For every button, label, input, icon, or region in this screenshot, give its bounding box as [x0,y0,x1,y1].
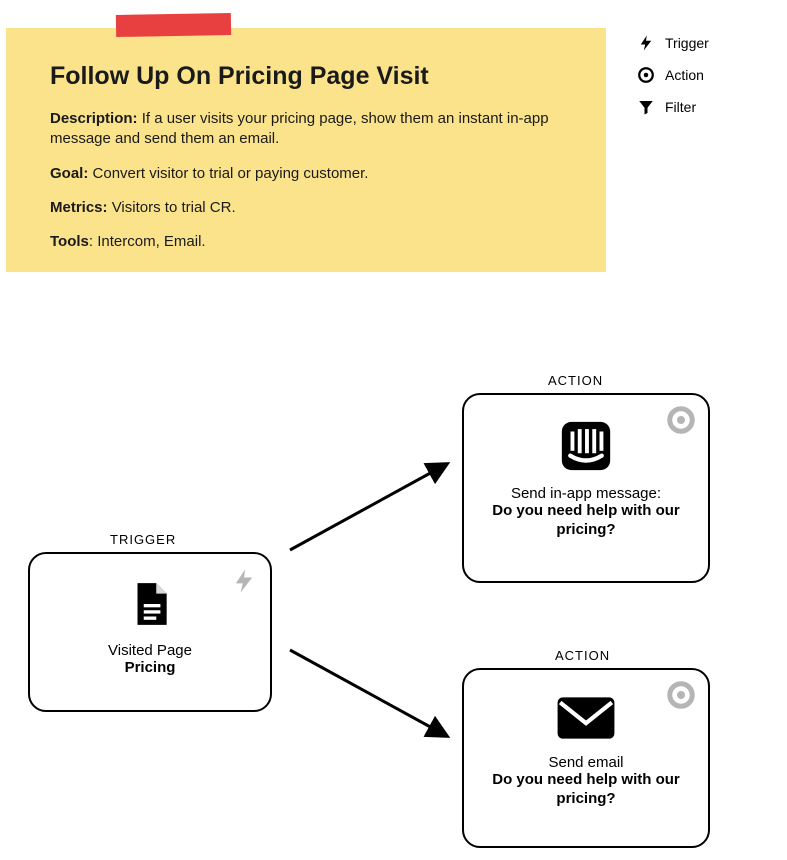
metrics-text: Visitors to trial CR. [112,199,236,216]
action1-line2: Do you need help with our pricing? [480,502,692,540]
action2-line2: Do you need help with our pricing? [480,771,692,809]
trigger-line2: Pricing [46,659,254,678]
arrow-to-action1 [280,455,460,560]
target-icon [637,66,655,84]
legend-filter: Filter [637,98,757,116]
goal-label: Goal: [50,165,88,182]
sticky-tools: Tools: Intercom, Email. [50,232,572,252]
sticky-goal: Goal: Convert visitor to trial or paying… [50,164,572,184]
action2-node[interactable]: Send email Do you need help with our pri… [462,668,710,848]
sticky-title: Follow Up On Pricing Page Visit [50,62,572,91]
lightning-icon [230,564,258,603]
tools-label: Tools [50,233,89,250]
envelope-icon [555,692,617,744]
sticky-description: Description: If a user visits your prici… [50,109,572,150]
action1-label: ACTION [548,373,603,388]
sticky-note: Follow Up On Pricing Page Visit Descript… [6,28,606,272]
lightning-icon [637,34,655,52]
funnel-icon [637,98,655,116]
legend-action-label: Action [665,67,704,83]
description-label: Description: [50,110,138,127]
action2-line1: Send email [480,754,692,771]
legend-action: Action [637,66,757,84]
target-icon [666,405,696,440]
legend-trigger: Trigger [637,34,757,52]
sticky-metrics: Metrics: Visitors to trial CR. [50,198,572,218]
legend-filter-label: Filter [665,99,696,115]
metrics-label: Metrics: [50,199,108,216]
goal-text: Convert visitor to trial or paying custo… [93,165,369,182]
action1-node[interactable]: Send in-app message: Do you need help wi… [462,393,710,583]
tape-decoration [116,13,231,37]
target-icon [666,680,696,715]
page-icon [125,576,175,632]
legend: Trigger Action Filter [637,34,757,130]
trigger-line1: Visited Page [46,642,254,659]
intercom-icon [557,417,615,475]
arrow-to-action2 [280,640,460,745]
flow-canvas: TRIGGER Visited Page Pricing ACTION [0,300,787,860]
trigger-node[interactable]: Visited Page Pricing [28,552,272,712]
trigger-label: TRIGGER [110,532,176,547]
legend-trigger-label: Trigger [665,35,709,51]
action1-line1: Send in-app message: [480,485,692,502]
tools-text: : Intercom, Email. [89,233,206,250]
action2-label: ACTION [555,648,610,663]
